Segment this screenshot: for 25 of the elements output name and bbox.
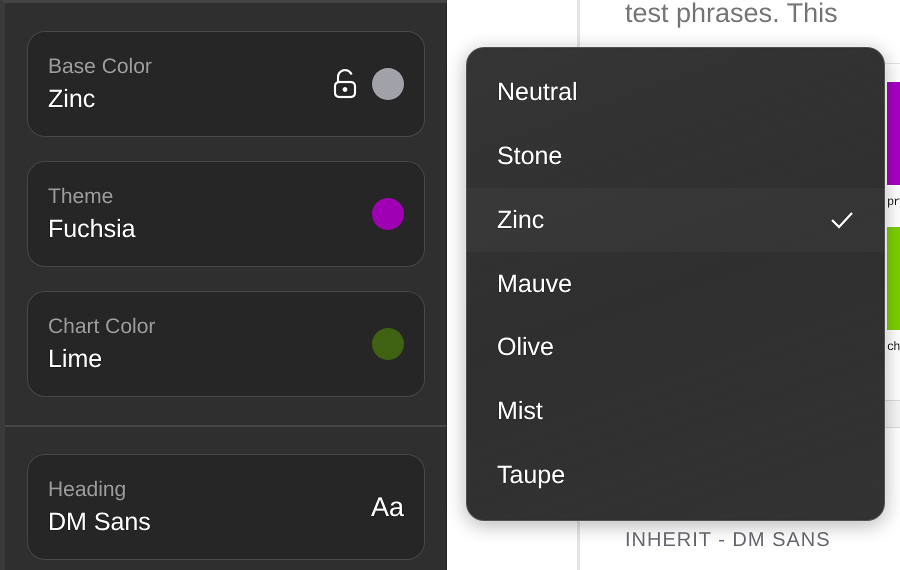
color-field[interactable]: Theme Fuchsia [27, 161, 425, 267]
menu-option[interactable]: Zinc [467, 188, 884, 252]
field-label: Theme [48, 184, 114, 208]
menu-option[interactable]: Neutral [467, 61, 884, 125]
swatch-caption: pr [887, 195, 900, 209]
font-sample: Aa [370, 492, 404, 522]
check-icon [830, 210, 854, 230]
field-label: Base Color [48, 54, 153, 78]
menu-option[interactable]: Taupe [467, 443, 884, 508]
field-value: Lime [48, 344, 104, 374]
field-value: Fuchsia [48, 214, 137, 244]
field-label: Chart Color [48, 314, 156, 338]
font-caption: INHERIT - DM SANS [625, 529, 832, 552]
swatch-caption: ch [887, 340, 900, 354]
field-value: Zinc [48, 84, 96, 114]
lock-icon[interactable] [332, 69, 358, 99]
field-label: Heading [48, 478, 128, 502]
menu-option[interactable]: Mist [467, 380, 884, 444]
menu-option[interactable]: Stone [467, 124, 884, 188]
field-value: DM Sans [48, 508, 152, 536]
menu-option[interactable]: Olive [467, 316, 884, 380]
color-field[interactable]: Chart Color Lime [27, 291, 425, 397]
font-field[interactable]: Heading DM Sans Aa [27, 454, 425, 560]
color-field[interactable]: Base Color Zinc [27, 31, 425, 137]
menu-option[interactable]: Mauve [467, 252, 884, 316]
